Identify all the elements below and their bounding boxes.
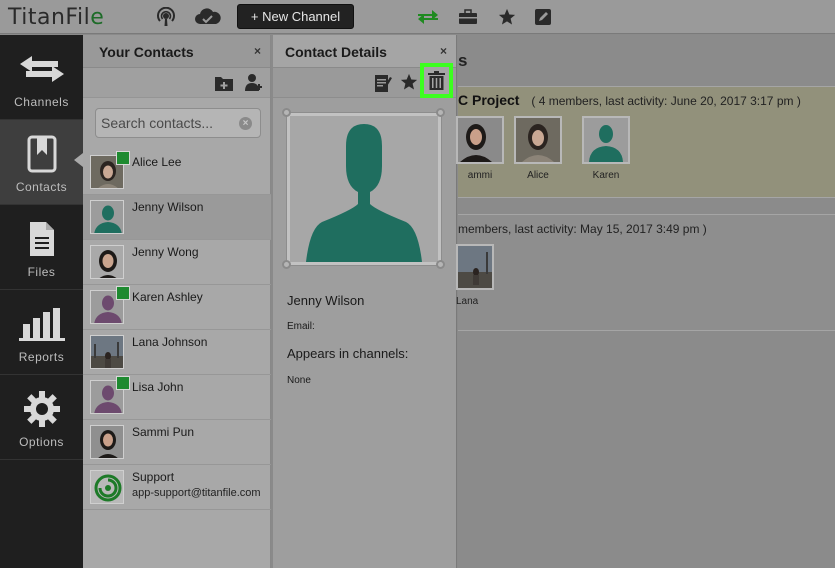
- channel-card[interactable]: C Project ( 4 members, last activity: Ju…: [456, 86, 835, 198]
- swap-arrows-icon: [18, 49, 66, 89]
- delete-contact-button[interactable]: [420, 63, 453, 98]
- contact-row-karen-ashley[interactable]: Karen Ashley: [83, 285, 271, 330]
- add-contact-icon[interactable]: [244, 73, 262, 98]
- contact-row-sammi-pun[interactable]: Sammi Pun: [83, 420, 271, 465]
- contact-row-jenny-wilson[interactable]: Jenny Wilson: [83, 195, 271, 240]
- avatar: [90, 425, 124, 459]
- contact-details-panel: Contact Details × Jenny Wilson Email: Ap…: [273, 35, 457, 568]
- left-navigation: Channels Contacts Files Reports Options: [0, 35, 83, 568]
- search-contacts-input[interactable]: [96, 109, 236, 137]
- contact-name: Karen Ashley: [132, 290, 203, 304]
- channel-card[interactable]: members, last activity: May 15, 2017 3:4…: [456, 214, 835, 331]
- favorite-star-icon[interactable]: [400, 73, 418, 96]
- avatar: [90, 200, 124, 234]
- contacts-panel-header: Your Contacts ×: [83, 35, 270, 68]
- gear-icon: [23, 389, 61, 429]
- channel-member[interactable]: Alice: [514, 116, 562, 181]
- top-bar: TitanFile + New Channel: [0, 0, 835, 34]
- close-details-panel-button[interactable]: ×: [440, 44, 447, 58]
- nav-contacts-label: Contacts: [15, 180, 68, 194]
- photo-corner: [282, 260, 291, 269]
- avatar: [514, 116, 562, 164]
- contact-name: Sammi Pun: [132, 425, 195, 439]
- contact-list: Alice Lee Jenny Wilson Jenny Wong Karen …: [83, 150, 271, 510]
- star-icon[interactable]: [496, 7, 518, 27]
- appears-in-channels-value: None: [287, 375, 311, 386]
- contacts-toolbar: [83, 68, 270, 98]
- contact-name: Jenny Wong: [132, 245, 199, 259]
- details-panel-title: Contact Details: [285, 44, 387, 60]
- new-channel-button[interactable]: + New Channel: [237, 4, 354, 29]
- nav-channels-label: Channels: [14, 95, 69, 109]
- contact-name: Alice Lee: [132, 155, 182, 169]
- avatar: [456, 244, 494, 290]
- contact-row-jenny-wong[interactable]: Jenny Wong: [83, 240, 271, 285]
- contact-row-lana-johnson[interactable]: Lana Johnson: [83, 330, 271, 375]
- channel-title: C Project ( 4 members, last activity: Ju…: [458, 92, 801, 108]
- nav-options-label: Options: [19, 435, 64, 449]
- clear-search-icon[interactable]: ×: [239, 117, 252, 130]
- member-name: Karen: [592, 170, 620, 181]
- contact-row-lisa-john[interactable]: Lisa John: [83, 375, 271, 420]
- contacts-panel-title: Your Contacts: [99, 44, 194, 60]
- contacts-panel: Your Contacts × × Alice Lee Jenny Wilson: [83, 35, 271, 568]
- main-heading: s: [458, 51, 468, 70]
- contact-name: Lana Johnson: [132, 335, 208, 349]
- address-book-icon: [27, 134, 57, 174]
- nav-files-label: Files: [27, 265, 56, 279]
- channel-member[interactable]: ammi: [456, 116, 504, 181]
- bar-chart-icon: [18, 304, 65, 344]
- transfer-arrows-icon[interactable]: [416, 7, 440, 27]
- member-name: ammi: [467, 170, 493, 181]
- nav-files[interactable]: Files: [0, 205, 83, 290]
- photo-corner: [282, 108, 291, 117]
- titanfile-support-logo-icon: [90, 470, 124, 504]
- appears-in-channels-label: Appears in channels:: [287, 346, 409, 361]
- group-contact-badge-icon: [116, 151, 130, 165]
- avatar: [456, 116, 504, 164]
- contact-row-alice-lee[interactable]: Alice Lee: [83, 150, 271, 195]
- contact-photo: [287, 113, 441, 265]
- file-icon: [28, 219, 56, 259]
- cloud-sync-icon[interactable]: [194, 7, 222, 27]
- edit-icon[interactable]: [532, 7, 554, 27]
- podcast-icon[interactable]: [155, 7, 177, 27]
- contact-email: app-support@titanfile.com: [132, 487, 261, 499]
- briefcase-icon[interactable]: [457, 7, 479, 27]
- avatar: [582, 116, 630, 164]
- add-group-icon[interactable]: [214, 74, 234, 97]
- logo-text: TitanFil: [8, 5, 91, 30]
- channel-member[interactable]: Karen: [582, 116, 630, 181]
- contact-name: Lisa John: [132, 380, 184, 394]
- nav-reports[interactable]: Reports: [0, 290, 83, 375]
- nav-reports-label: Reports: [18, 350, 65, 364]
- contact-name: Jenny Wilson: [132, 200, 204, 214]
- photo-corner: [436, 260, 445, 269]
- contact-email-label: Email:: [287, 321, 315, 332]
- contact-detail-name: Jenny Wilson: [287, 293, 365, 308]
- channel-name: C Project: [458, 92, 520, 108]
- channel-member[interactable]: Lana: [456, 244, 494, 307]
- logo-mark: e: [90, 5, 105, 30]
- contact-search: ×: [95, 108, 261, 138]
- edit-contact-icon[interactable]: [374, 73, 392, 98]
- member-name: Alice: [527, 170, 549, 181]
- channel-meta: members, last activity: May 15, 2017 3:4…: [458, 222, 707, 236]
- group-contact-badge-icon: [116, 376, 130, 390]
- contact-row-support[interactable]: Support app-support@titanfile.com: [83, 465, 271, 510]
- contact-name: Support: [132, 470, 175, 484]
- avatar: [90, 335, 124, 369]
- photo-corner: [436, 108, 445, 117]
- close-contacts-panel-button[interactable]: ×: [254, 44, 261, 58]
- nav-contacts[interactable]: Contacts: [0, 120, 83, 205]
- trash-icon: [428, 71, 445, 90]
- nav-channels[interactable]: Channels: [0, 35, 83, 120]
- active-nav-pointer: [74, 153, 83, 167]
- titanfile-logo[interactable]: TitanFile: [8, 5, 104, 30]
- member-name: Lana: [456, 296, 479, 307]
- avatar: [90, 245, 124, 279]
- group-contact-badge-icon: [116, 286, 130, 300]
- channel-meta: ( 4 members, last activity: June 20, 201…: [531, 94, 801, 108]
- nav-options[interactable]: Options: [0, 375, 83, 460]
